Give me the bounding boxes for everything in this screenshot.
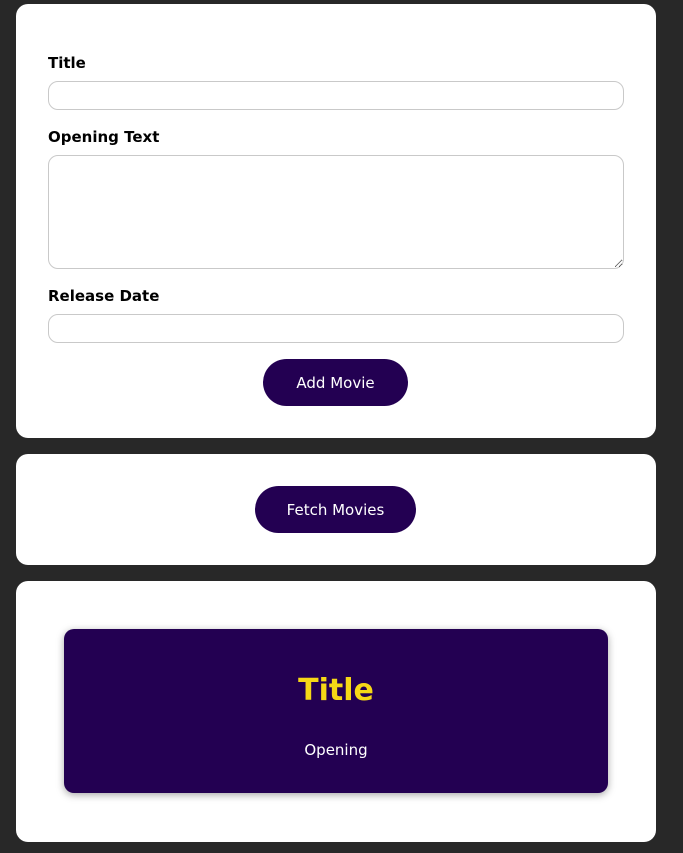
add-movie-button[interactable]: Add Movie [263,359,408,406]
title-input[interactable] [48,81,624,110]
opening-text-input[interactable] [48,155,624,269]
opening-text-label: Opening Text [48,128,160,146]
release-date-input[interactable] [48,314,624,343]
movies-list: Title Opening [16,581,656,842]
fetch-movies-button[interactable]: Fetch Movies [255,486,416,533]
movie-opening-text: Opening [304,741,368,759]
add-movie-form: Title Opening Text Release Date Add Movi… [16,4,656,438]
movie-title: Title [298,673,374,708]
movie-card: Title Opening [64,629,608,793]
title-label: Title [48,54,86,72]
release-date-label: Release Date [48,287,160,305]
actions-section: Fetch Movies [16,454,656,565]
